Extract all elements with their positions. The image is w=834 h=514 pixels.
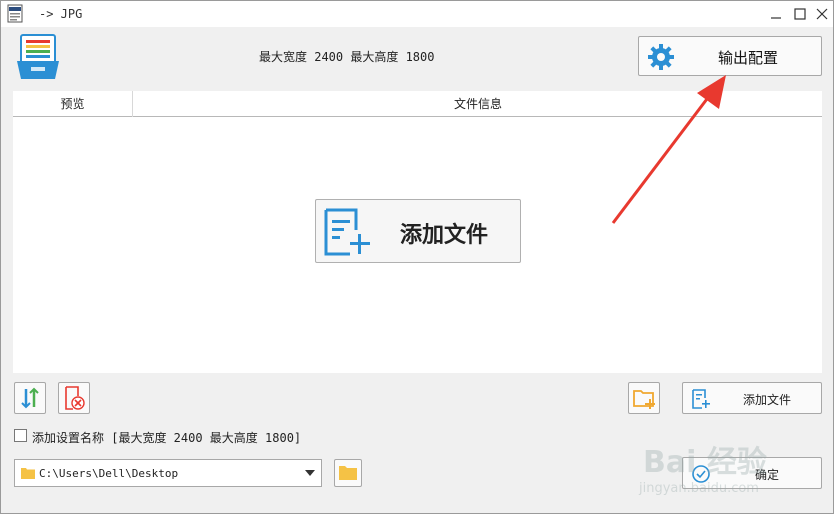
- add-files-big-button[interactable]: 添加文件: [315, 199, 521, 263]
- add-file-label: 添加文件: [742, 393, 791, 407]
- add-folder-button[interactable]: [628, 382, 660, 414]
- add-folder-icon: [633, 390, 655, 409]
- folder-icon: [21, 468, 35, 479]
- add-file-button[interactable]: 添加文件: [682, 382, 822, 414]
- logo-icon: [17, 34, 59, 79]
- output-path-select[interactable]: C:\Users\Dell\Desktop: [14, 459, 322, 487]
- delete-icon: [65, 386, 85, 410]
- file-list: 预览 文件信息 添加文件: [13, 91, 822, 373]
- add-setting-name-checkbox[interactable]: [14, 429, 27, 442]
- close-icon[interactable]: [813, 5, 831, 23]
- output-path-text: C:\Users\Dell\Desktop: [39, 467, 179, 480]
- header: 最大宽度 2400 最大高度 1800 输出配置: [1, 27, 833, 89]
- sort-icon: [21, 387, 39, 409]
- column-file-info[interactable]: 文件信息: [134, 91, 822, 117]
- ok-label: 确定: [754, 468, 779, 482]
- minimize-icon[interactable]: [767, 5, 785, 23]
- sort-button[interactable]: [14, 382, 46, 414]
- size-info: 最大宽度 2400 最大高度 1800: [259, 50, 435, 64]
- chevron-down-icon: [305, 470, 315, 476]
- output-config-button[interactable]: 输出配置: [638, 36, 822, 76]
- column-preview[interactable]: 预览: [13, 91, 133, 117]
- window-title: -> JPG: [39, 7, 83, 21]
- title-bar: -> JPG: [1, 1, 833, 27]
- app-icon: [7, 4, 23, 23]
- open-folder-icon: [339, 466, 357, 480]
- maximize-icon[interactable]: [791, 5, 809, 23]
- list-header: 预览 文件信息: [13, 91, 822, 117]
- app-window: -> JPG 最大宽度 2400 最大高度 1800 输出配置 预览 文件信息 …: [0, 0, 834, 514]
- add-file-icon: [324, 208, 370, 256]
- output-config-label: 输出配置: [717, 49, 778, 67]
- ok-button[interactable]: 确定: [682, 457, 822, 489]
- clear-list-button[interactable]: [58, 382, 90, 414]
- add-files-big-label: 添加文件: [400, 222, 489, 248]
- browse-folder-button[interactable]: [334, 459, 362, 487]
- add-setting-name-label: 添加设置名称 [最大宽度 2400 最大高度 1800]: [32, 431, 302, 445]
